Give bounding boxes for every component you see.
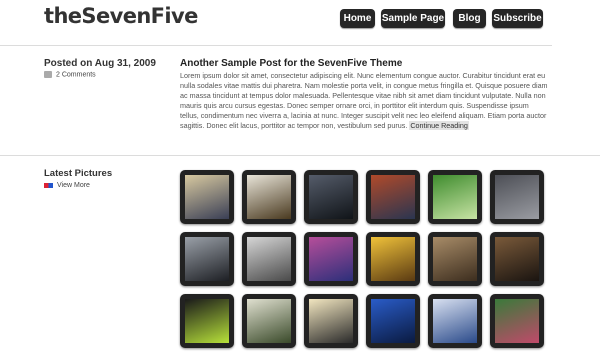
- picture-thumbnail[interactable]: [428, 294, 482, 348]
- picture-thumbnail[interactable]: [490, 294, 544, 348]
- picture-image: [247, 237, 291, 281]
- post-excerpt-text: Lorem ipsum dolor sit amet, consectetur …: [180, 71, 548, 131]
- picture-thumbnail[interactable]: [180, 294, 234, 348]
- picture-image: [371, 175, 415, 219]
- picture-image: [433, 299, 477, 343]
- nav-sample-page-button[interactable]: Sample Page: [381, 9, 445, 28]
- picture-thumbnail[interactable]: [304, 170, 358, 224]
- view-more-label[interactable]: View More: [57, 182, 90, 189]
- comments-count[interactable]: 2 Comments: [56, 71, 96, 78]
- picture-image: [309, 237, 353, 281]
- picture-thumbnail[interactable]: [366, 232, 420, 286]
- nav-blog-button[interactable]: Blog: [453, 9, 486, 28]
- picture-image: [247, 175, 291, 219]
- continue-reading-link[interactable]: Continue Reading: [409, 121, 469, 131]
- picture-thumbnail[interactable]: [242, 232, 296, 286]
- picture-thumbnail[interactable]: [180, 232, 234, 286]
- nav-subscribe-button[interactable]: Subscribe: [492, 9, 543, 28]
- picture-image: [185, 299, 229, 343]
- picture-image: [433, 175, 477, 219]
- picture-thumbnail[interactable]: [428, 170, 482, 224]
- picture-thumbnail[interactable]: [428, 232, 482, 286]
- post-title[interactable]: Another Sample Post for the SevenFive Th…: [180, 58, 402, 69]
- picture-image: [185, 237, 229, 281]
- picture-image: [247, 299, 291, 343]
- post-date: Posted on Aug 31, 2009: [44, 58, 156, 69]
- picture-thumbnail[interactable]: [242, 170, 296, 224]
- picture-thumbnail[interactable]: [304, 294, 358, 348]
- picture-image: [433, 237, 477, 281]
- view-more-link[interactable]: View More: [44, 182, 90, 189]
- flickr-icon: [44, 182, 53, 188]
- picture-thumbnail[interactable]: [304, 232, 358, 286]
- post-excerpt: Lorem ipsum dolor sit amet, consectetur …: [180, 71, 548, 132]
- picture-thumbnail[interactable]: [366, 170, 420, 224]
- pictures-grid: [180, 170, 544, 355]
- picture-thumbnail[interactable]: [180, 170, 234, 224]
- picture-image: [371, 299, 415, 343]
- picture-thumbnail[interactable]: [366, 294, 420, 348]
- picture-image: [309, 299, 353, 343]
- picture-image: [495, 237, 539, 281]
- picture-thumbnail[interactable]: [242, 294, 296, 348]
- comment-icon: [44, 71, 52, 78]
- picture-thumbnail[interactable]: [490, 232, 544, 286]
- main-nav: Home Sample Page Blog Subscribe: [0, 9, 600, 29]
- latest-pictures-title: Latest Pictures: [44, 168, 113, 179]
- picture-image: [495, 175, 539, 219]
- picture-image: [495, 299, 539, 343]
- picture-image: [309, 175, 353, 219]
- comments-link[interactable]: 2 Comments: [44, 71, 96, 78]
- picture-thumbnail[interactable]: [490, 170, 544, 224]
- header-divider: [0, 45, 552, 46]
- section-divider: [0, 155, 600, 156]
- picture-image: [185, 175, 229, 219]
- nav-home-button[interactable]: Home: [340, 9, 375, 28]
- picture-image: [371, 237, 415, 281]
